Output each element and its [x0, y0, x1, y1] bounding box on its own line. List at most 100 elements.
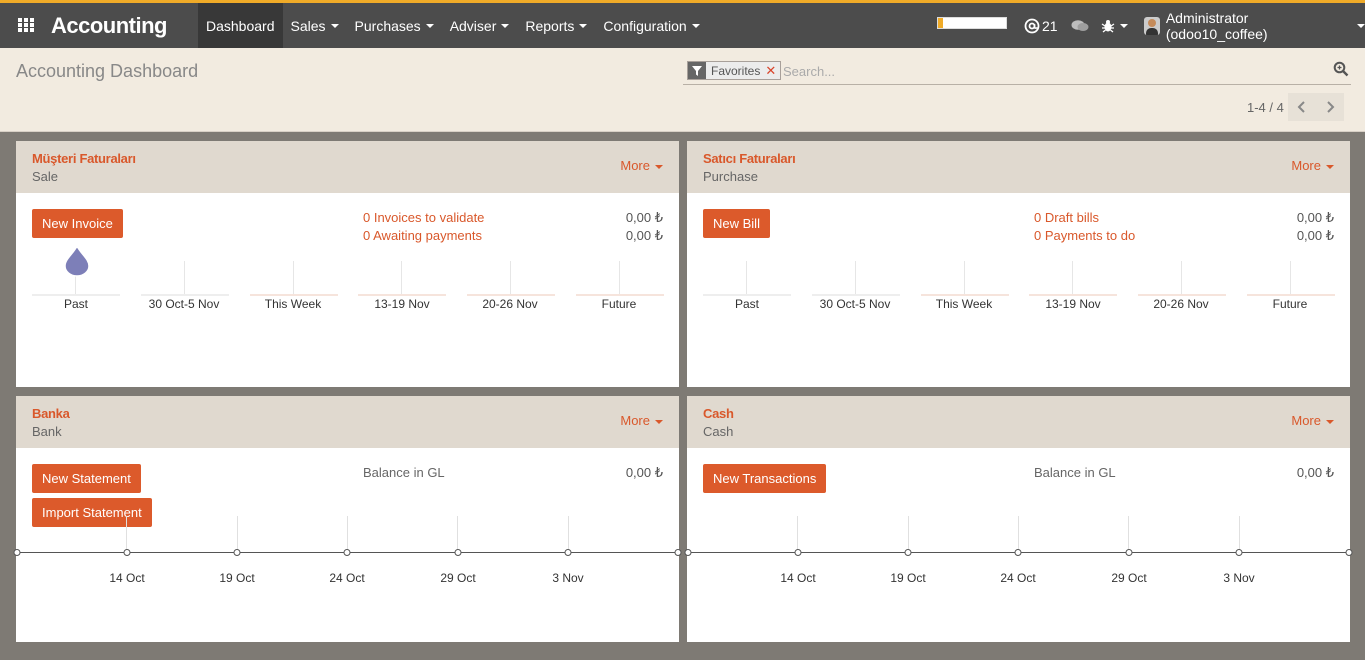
page-title: Accounting Dashboard — [16, 61, 199, 81]
chart-bar — [250, 294, 338, 296]
chart-gridline — [1290, 261, 1291, 295]
chart-tick-label: 14 Oct — [109, 571, 145, 585]
search-facet[interactable]: Favorites ✕ — [687, 61, 782, 80]
awaiting-payments-link[interactable]: 0 Awaiting payments — [363, 228, 482, 243]
invoices-to-validate-link[interactable]: 0 Invoices to validate — [363, 210, 484, 225]
new-statement-button[interactable]: New Statement — [32, 464, 141, 493]
chart-point — [1235, 549, 1243, 556]
caret-down-icon — [425, 23, 434, 28]
debug-menu[interactable] — [1101, 3, 1128, 48]
journal-type: Bank — [32, 424, 62, 439]
chart-tick-label: Future — [1272, 297, 1308, 311]
chart-tick-label: 13-19 Nov — [1045, 297, 1101, 311]
menu-label: Purchases — [354, 17, 421, 34]
journal-title[interactable]: Satıcı Faturaları — [703, 151, 796, 166]
progress-fill — [938, 18, 943, 28]
chart-bar — [921, 294, 1009, 296]
menu-purchases[interactable]: Purchases — [347, 3, 442, 48]
journal-card-header: Satıcı Faturaları Purchase More — [687, 141, 1350, 193]
menu-reports[interactable]: Reports — [517, 3, 595, 48]
chart-tick-label: 30 Oct-5 Nov — [148, 297, 220, 311]
amount-value: 0,00 ₺ — [625, 228, 663, 243]
menu-sales[interactable]: Sales — [283, 3, 347, 48]
search-icon[interactable] — [1333, 61, 1349, 77]
chart-tick-label: 29 Oct — [1111, 571, 1147, 585]
chart-gridline — [126, 516, 127, 553]
chevron-left-icon — [1297, 101, 1305, 113]
remove-facet-icon[interactable]: ✕ — [765, 63, 780, 79]
journal-title[interactable]: Banka — [32, 406, 70, 421]
new-invoice-button[interactable]: New Invoice — [32, 209, 123, 238]
chart-tick-label: 24 Oct — [329, 571, 365, 585]
amount-value: 0,00 ₺ — [625, 210, 663, 225]
app-switcher-icon[interactable] — [18, 18, 34, 32]
chart-bar — [812, 294, 900, 296]
amount-value: 0,00 ₺ — [1296, 228, 1334, 243]
chart-gridline — [568, 516, 569, 553]
chart-tick-label: 19 Oct — [890, 571, 926, 585]
chart-tick-label: 13-19 Nov — [374, 297, 430, 311]
caret-down-icon — [1326, 419, 1334, 424]
pager-previous-button[interactable] — [1288, 93, 1316, 121]
journal-title[interactable]: Müşteri Faturaları — [32, 151, 136, 166]
chart-point — [454, 549, 462, 556]
top-navbar: Accounting Dashboard Sales Purchases Adv… — [0, 0, 1365, 48]
chart-point — [343, 549, 351, 556]
chart-tick-label: Past — [734, 297, 760, 311]
chart-tick-label: 3 Nov — [1223, 571, 1255, 585]
user-menu[interactable]: Administrator (odoo10_coffee) — [1144, 3, 1365, 48]
messages-button[interactable] — [1071, 3, 1089, 48]
journal-card-header: Banka Bank More — [16, 396, 679, 448]
new-bill-button[interactable]: New Bill — [703, 209, 770, 238]
filter-icon — [688, 62, 706, 79]
chart-point — [1125, 549, 1133, 556]
journal-type: Purchase — [703, 169, 758, 184]
draft-bills-link[interactable]: 0 Draft bills — [1034, 210, 1099, 225]
more-label: More — [1291, 158, 1321, 173]
menu-dashboard[interactable]: Dashboard — [198, 3, 283, 48]
chart-bar — [703, 294, 791, 296]
chart-tick-label: 30 Oct-5 Nov — [819, 297, 891, 311]
more-dropdown[interactable]: More — [620, 413, 663, 428]
menu-configuration[interactable]: Configuration — [595, 3, 707, 48]
more-dropdown[interactable]: More — [1291, 413, 1334, 428]
chart-bar — [32, 294, 120, 296]
search-input[interactable] — [783, 61, 1303, 81]
payments-to-do-link[interactable]: 0 Payments to do — [1034, 228, 1135, 243]
journal-card-cash: Cash Cash More New Transactions Balance … — [684, 396, 1353, 642]
chart-point — [904, 549, 912, 556]
menu-adviser[interactable]: Adviser — [442, 3, 518, 48]
chart-gridline — [184, 261, 185, 295]
chart-point — [674, 549, 682, 556]
journal-type: Cash — [703, 424, 734, 439]
journal-title[interactable]: Cash — [703, 406, 734, 421]
chart-tick-label: 20-26 Nov — [1153, 297, 1209, 311]
chart-gridline — [1018, 516, 1019, 553]
control-panel: Accounting Dashboard Favorites ✕ 1-4 / 4 — [0, 48, 1365, 132]
pager-buttons — [1288, 93, 1344, 121]
pager-next-button[interactable] — [1316, 93, 1344, 121]
chart-gridline — [797, 516, 798, 553]
chart-gridline — [1128, 516, 1129, 553]
chart-gridline — [1239, 516, 1240, 553]
more-dropdown[interactable]: More — [1291, 158, 1334, 173]
app-title: Accounting — [51, 13, 168, 38]
chart-tick-label: 14 Oct — [780, 571, 816, 585]
caret-down-icon — [1357, 23, 1365, 28]
journal-card-header: Cash Cash More — [687, 396, 1350, 448]
caret-down-icon — [501, 23, 510, 28]
chart-point — [1345, 549, 1353, 556]
new-transactions-button[interactable]: New Transactions — [703, 464, 827, 493]
chart-gridline — [457, 516, 458, 553]
menu-label: Reports — [525, 17, 575, 34]
facet-value: Favorites — [711, 63, 761, 78]
mentions-indicator[interactable]: 21 — [1024, 3, 1058, 48]
chart-gridline — [237, 516, 238, 553]
balance-value: 0,00 ₺ — [1296, 465, 1334, 480]
chart-bar — [358, 294, 446, 296]
chart-tick-label: Past — [63, 297, 89, 311]
balance-label: Balance in GL — [1034, 465, 1116, 480]
pager-value: 1-4 / 4 — [1247, 100, 1284, 115]
more-dropdown[interactable]: More — [620, 158, 663, 173]
chart-point — [13, 549, 21, 556]
